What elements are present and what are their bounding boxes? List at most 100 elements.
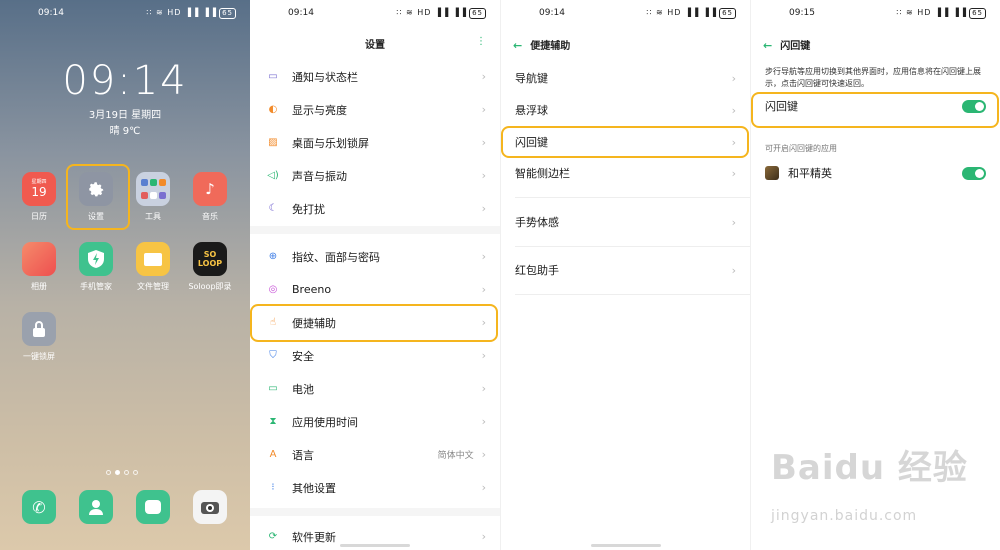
camera-icon[interactable] (193, 490, 227, 524)
chevron-right-icon: › (481, 250, 486, 263)
settings-row[interactable]: ⛉ 安全 › (250, 339, 500, 372)
status-bar: 09:14 ∷ ≋ HD ▐▐ ▐▐ 65 (250, 8, 500, 22)
settings-row[interactable]: ☾ 免打扰 › (250, 192, 500, 225)
app-label: 和平精英 (788, 167, 832, 180)
home-screen: 09:14 ∷ ≋ HD ▐▐ ▐▐ 65 09:14 3月19日 星期四 晴 9… (0, 0, 250, 550)
settings-row-label: 其他设置 (292, 481, 336, 495)
app-label: 日历 (31, 212, 47, 221)
signal-icons: ∷ ≋ HD ▐▐ ▐▐ (646, 8, 718, 17)
assist-row[interactable]: 导航键 › (501, 62, 750, 94)
page-indicator[interactable] (104, 460, 140, 479)
hand-icon: ☝ (269, 317, 277, 328)
settings-row-label: 免打扰 (292, 202, 325, 216)
more-menu-icon[interactable]: ⋮ (476, 36, 486, 47)
app-row[interactable]: 和平精英 (751, 158, 1000, 188)
app-soloop[interactable]: SO LOOP Soloop即录 (182, 242, 238, 292)
back-arrow-icon[interactable]: ← (513, 39, 522, 52)
page-title: 便捷辅助 (530, 41, 571, 52)
settings-row[interactable]: ▭ 通知与状态栏 › (250, 60, 500, 93)
home-weather: 晴 9℃ (109, 126, 141, 137)
assist-row[interactable]: 智能侧边栏 › (501, 157, 750, 189)
status-icons: ∷ ≋ HD ▐▐ ▐▐ 65 (896, 8, 986, 19)
assist-row[interactable]: 红包助手 › (501, 254, 750, 286)
chevron-right-icon: › (481, 169, 486, 182)
assist-row-label: 红包助手 (515, 264, 559, 277)
app-tools[interactable]: 工具 (125, 172, 181, 222)
header: ← 便捷辅助 (513, 37, 570, 52)
battery-icon: 65 (219, 8, 236, 19)
settings-row-label: 电池 (292, 382, 314, 396)
page-title: 闪回键 (780, 41, 811, 52)
app-calendar[interactable]: 星期四 19 日历 (11, 172, 67, 222)
settings-row[interactable]: A 语言 简体中文 › (250, 438, 500, 471)
app-file-manager[interactable]: 文件管理 (125, 242, 181, 292)
contacts-icon[interactable] (79, 490, 113, 524)
chevron-right-icon: › (481, 481, 486, 494)
flashback-toggle-row[interactable]: 闪回键 (751, 91, 1000, 121)
more-icon: ⁝ (271, 482, 275, 493)
settings-row[interactable]: ◐ 显示与亮度 › (250, 93, 500, 126)
shield-icon: ⛉ (269, 350, 277, 361)
battery-icon: 65 (469, 8, 486, 19)
app-label: 设置 (88, 212, 104, 221)
settings-row-label: 显示与亮度 (292, 103, 347, 117)
settings-row[interactable]: ◎ Breeno › (250, 273, 500, 306)
chevron-right-icon: › (481, 349, 486, 362)
settings-row-label: Breeno (292, 283, 332, 296)
accessibility-screen: 09:14 ∷ ≋ HD ▐▐ ▐▐ 65 ← 便捷辅助 导航键 › 悬浮球 › 闪回键 › 智… (500, 0, 750, 550)
brightness-icon: ◐ (268, 104, 278, 115)
chevron-right-icon: › (481, 136, 486, 149)
assist-row[interactable]: 悬浮球 › (501, 94, 750, 126)
home-indicator (340, 544, 410, 547)
shield-icon (79, 242, 113, 276)
settings-row-label: 应用使用时间 (292, 415, 358, 429)
assist-row-label: 手势体感 (515, 216, 559, 229)
settings-row-label: 安全 (292, 349, 314, 363)
signal-icons: ∷ ≋ HD ▐▐ ▐▐ (396, 8, 468, 17)
chevron-right-icon: › (481, 448, 486, 461)
app-gallery[interactable]: 相册 (11, 242, 67, 292)
settings-row-label: 语言 (292, 448, 314, 462)
app-label: 手机管家 (80, 282, 112, 291)
phone-icon[interactable]: ✆ (22, 490, 56, 524)
sound-icon: ◁) (267, 170, 279, 181)
chevron-right-icon: › (481, 382, 486, 395)
status-time: 09:14 (38, 8, 64, 18)
settings-row[interactable]: ▨ 桌面与乐划锁屏 › (250, 126, 500, 159)
settings-row[interactable]: ⊕ 指纹、面部与密码 › (250, 240, 500, 273)
status-bar: 09:14 ∷ ≋ HD ▐▐ ▐▐ 65 (501, 8, 750, 22)
settings-row[interactable]: ◁) 声音与振动 › (250, 159, 500, 192)
battery-icon: ▭ (268, 383, 278, 394)
messages-icon[interactable] (136, 490, 170, 524)
app-phone-manager[interactable]: 手机管家 (68, 242, 124, 292)
calendar-icon: 星期四 19 (22, 172, 56, 206)
assist-row[interactable]: 闪回键 › (501, 126, 750, 158)
back-arrow-icon[interactable]: ← (763, 39, 772, 52)
app-label: 工具 (145, 212, 161, 221)
status-time: 09:14 (539, 8, 565, 18)
status-time: 09:14 (288, 8, 314, 18)
settings-row[interactable]: ⧗ 应用使用时间 › (250, 405, 500, 438)
folder-icon (136, 242, 170, 276)
lock-icon: ⊕ (268, 251, 278, 262)
chevron-right-icon: › (481, 530, 486, 543)
app-settings[interactable]: 设置 (68, 172, 124, 222)
app-music[interactable]: ♪ 音乐 (182, 172, 238, 222)
app-lock-screen[interactable]: 一键锁屏 (11, 312, 67, 362)
update-icon: ⟳ (268, 531, 278, 542)
toggle-label: 闪回键 (765, 100, 798, 113)
hourglass-icon: ⧗ (269, 416, 277, 427)
app-toggle[interactable] (962, 166, 986, 180)
row-divider (515, 294, 750, 295)
status-icons: ∷ ≋ HD ▐▐ ▐▐ 65 (646, 8, 736, 19)
flashback-toggle[interactable] (962, 99, 986, 113)
apps-header: 可开启闪回键的应用 (765, 144, 837, 153)
settings-row-label: 声音与振动 (292, 169, 347, 183)
settings-row[interactable]: ☝ 便捷辅助 › (250, 306, 500, 339)
assist-row[interactable]: 手势体感 › (501, 206, 750, 238)
settings-row-label: 便捷辅助 (292, 316, 336, 330)
calendar-day: 19 (31, 185, 47, 199)
settings-row[interactable]: ⁝ 其他设置 › (250, 471, 500, 504)
settings-row[interactable]: ▭ 电池 › (250, 372, 500, 405)
assist-row-label: 导航键 (515, 72, 548, 85)
